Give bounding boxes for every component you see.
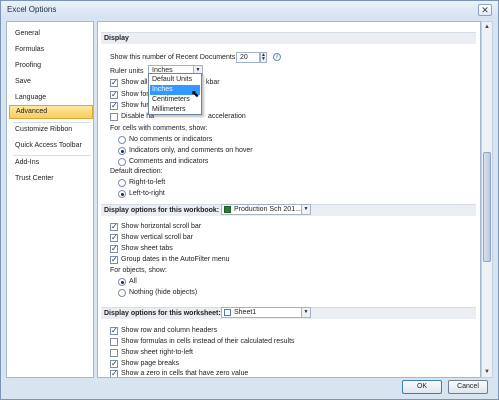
disable-hw-accel-checkbox[interactable]	[110, 113, 118, 121]
show-formula-bar-checkbox[interactable]	[110, 90, 118, 99]
comments-all-radio[interactable]	[118, 158, 126, 166]
recent-docs-input[interactable]: 20	[236, 52, 260, 63]
sidebar-item-save[interactable]: Save	[9, 75, 93, 89]
show-zero-label: Show a zero in cells that have zero valu…	[121, 370, 249, 377]
show-headers-label: Show row and column headers	[121, 327, 218, 334]
sidebar-item-trust-center[interactable]: Trust Center	[9, 172, 93, 186]
show-page-breaks-checkbox[interactable]	[110, 359, 118, 368]
chevron-down-icon[interactable]: ▼	[301, 308, 310, 317]
group-dates-checkbox[interactable]	[110, 255, 118, 264]
scroll-down-icon[interactable]: ▼	[483, 368, 491, 376]
ruler-units-label: Ruler units	[110, 68, 144, 75]
workbook-select[interactable]: Production Sch 201... ▼	[221, 204, 311, 215]
disable-hw-accel-label-tail: acceleration	[208, 113, 246, 120]
chevron-down-icon[interactable]: ▼	[301, 205, 310, 214]
show-sheet-tabs-label: Show sheet tabs	[121, 245, 173, 252]
worksheet-select[interactable]: Sheet1 ▼	[221, 307, 311, 318]
sidebar-item-language[interactable]: Language	[9, 91, 93, 105]
show-formulas-label: Show formulas in cells instead of their …	[121, 338, 295, 345]
comments-indicators-radio[interactable]	[118, 147, 126, 155]
show-sheet-tabs-checkbox[interactable]	[110, 244, 118, 253]
sidebar-item-proofing[interactable]: Proofing	[9, 59, 93, 73]
show-page-breaks-label: Show page breaks	[121, 360, 179, 367]
title-bar[interactable]: Excel Options ✕	[1, 1, 498, 19]
direction-label: Default direction:	[110, 168, 163, 175]
workbook-select-value: Production Sch 201...	[234, 206, 301, 213]
scroll-up-icon[interactable]: ▲	[483, 23, 491, 31]
direction-ltr-radio[interactable]	[118, 190, 126, 198]
objects-all-label: All	[129, 278, 137, 285]
sidebar-item-advanced[interactable]: Advanced	[9, 105, 93, 119]
worksheet-header-label: Display options for this worksheet:	[104, 310, 221, 317]
sidebar-item-customize-ribbon[interactable]: Customize Ribbon	[9, 123, 93, 137]
recent-docs-label: Show this number of Recent Documents:	[110, 54, 238, 61]
comments-label: For cells with comments, show:	[110, 125, 208, 132]
comments-none-label: No comments or indicators	[129, 136, 213, 143]
dropdown-option-default-units[interactable]: Default Units	[150, 75, 200, 85]
dropdown-option-millimeters[interactable]: Millimeters	[150, 105, 200, 115]
sheet-rtl-checkbox[interactable]	[110, 349, 118, 357]
mouse-pointer-icon: ⬉	[191, 89, 200, 100]
show-hscroll-checkbox[interactable]	[110, 222, 118, 231]
direction-ltr-label: Left-to-right	[129, 190, 165, 197]
comments-indicators-label: Indicators only, and comments on hover	[129, 147, 253, 154]
objects-nothing-label: Nothing (hide objects)	[129, 289, 198, 296]
show-function-tips-checkbox[interactable]	[110, 101, 118, 110]
worksheet-select-value: Sheet1	[234, 309, 257, 316]
excel-options-window: Excel Options ✕ General Formulas Proofin…	[0, 0, 499, 400]
direction-rtl-radio[interactable]	[118, 179, 126, 187]
group-dates-label: Group dates in the AutoFilter menu	[121, 256, 230, 263]
sidebar-item-add-ins[interactable]: Add-Ins	[9, 156, 93, 170]
objects-label: For objects, show:	[110, 267, 167, 274]
scrollbar-thumb[interactable]	[483, 152, 491, 262]
objects-nothing-radio[interactable]	[118, 289, 126, 297]
cancel-button[interactable]: Cancel	[448, 380, 488, 394]
vertical-scrollbar[interactable]: ▲ ▼	[481, 21, 493, 378]
sidebar-item-general[interactable]: General	[9, 27, 93, 41]
direction-rtl-label: Right-to-left	[129, 179, 166, 186]
show-function-tips-label: Show fun	[121, 102, 151, 109]
ok-button[interactable]: OK	[402, 380, 442, 394]
comments-all-label: Comments and indicators	[129, 158, 209, 165]
show-headers-checkbox[interactable]	[110, 326, 118, 335]
info-icon: i	[273, 53, 281, 61]
close-button[interactable]: ✕	[478, 4, 492, 16]
worksheet-icon	[224, 309, 231, 316]
show-hscroll-label: Show horizontal scroll bar	[121, 223, 202, 230]
recent-docs-spinner[interactable]: ▲ ▼	[260, 52, 267, 63]
objects-all-radio[interactable]	[118, 278, 126, 286]
workbook-header-label: Display options for this workbook:	[104, 207, 220, 214]
show-formula-bar-label: Show for	[121, 91, 149, 98]
show-formulas-checkbox[interactable]	[110, 338, 118, 346]
show-all-windows-label: Show all	[121, 79, 148, 86]
sheet-rtl-label: Show sheet right-to-left	[121, 349, 193, 356]
show-all-windows-checkbox[interactable]	[110, 78, 118, 87]
show-zero-checkbox[interactable]	[110, 369, 118, 377]
sidebar-item-formulas[interactable]: Formulas	[9, 43, 93, 57]
show-vscroll-checkbox[interactable]	[110, 233, 118, 242]
comments-none-radio[interactable]	[118, 136, 126, 144]
workbook-icon	[224, 206, 231, 213]
sidebar-item-quick-access-toolbar[interactable]: Quick Access Toolbar	[9, 139, 93, 153]
show-vscroll-label: Show vertical scroll bar	[121, 234, 193, 241]
section-header-display: Display	[101, 32, 476, 44]
sidebar-nav: General Formulas Proofing Save Language …	[6, 21, 94, 378]
window-title: Excel Options	[7, 5, 57, 14]
show-all-windows-label-tail: kbar	[206, 79, 220, 86]
